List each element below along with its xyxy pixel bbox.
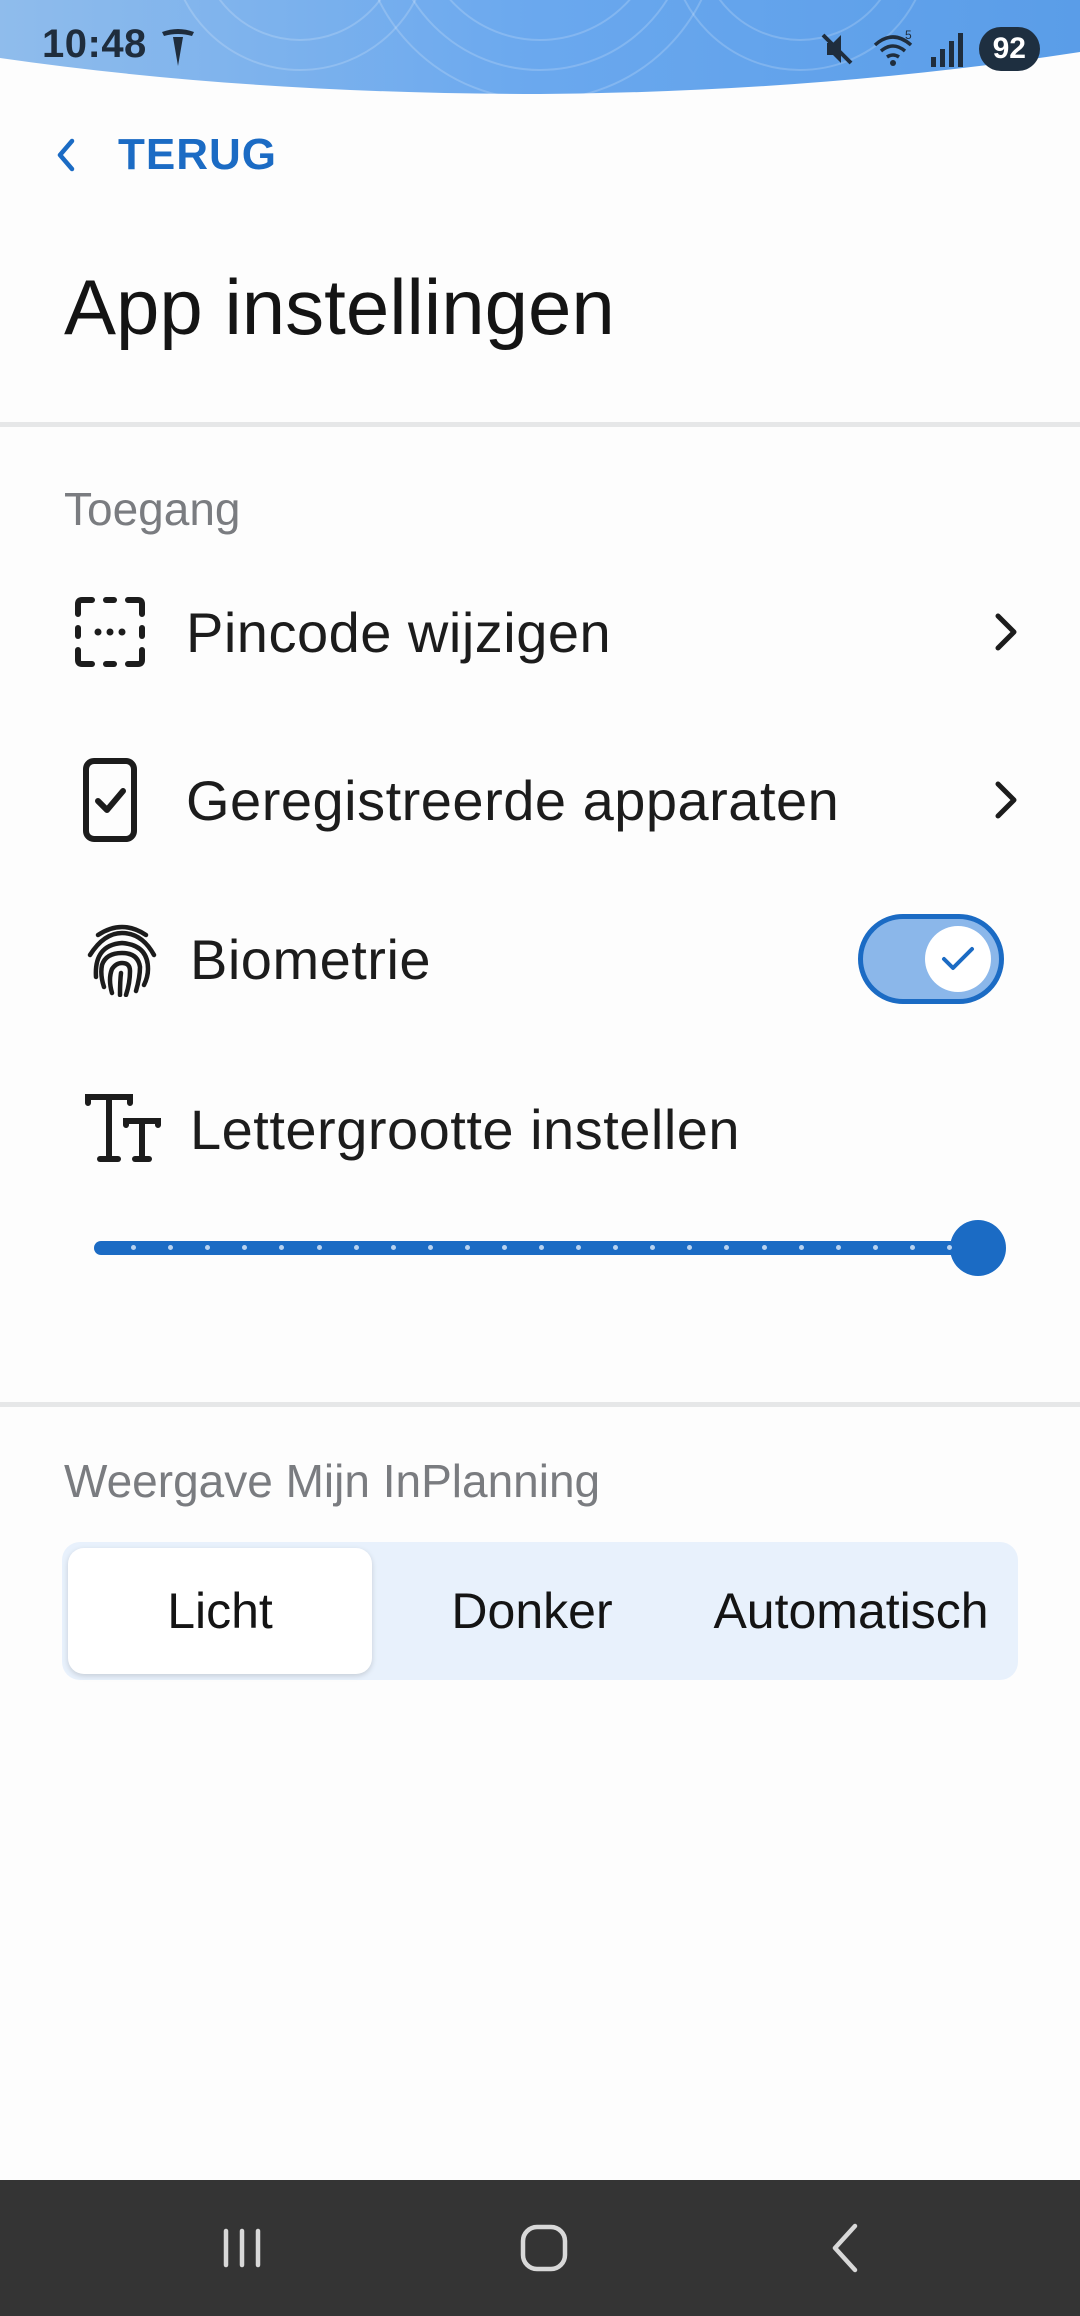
status-bar: 10:48 5 92 xyxy=(0,0,1080,100)
recent-apps-icon xyxy=(223,2228,261,2268)
slider-thumb[interactable] xyxy=(950,1220,1006,1276)
registered-devices-label: Geregistreerde apparaten xyxy=(186,768,840,832)
slider-tick xyxy=(539,1245,544,1250)
section-title-display: Weergave Mijn InPlanning xyxy=(64,1455,601,1507)
slider-tick xyxy=(872,1245,878,1250)
battery-indicator: 92 xyxy=(978,27,1040,71)
signal-icon xyxy=(930,33,963,67)
slider-tick xyxy=(316,1245,322,1250)
svg-text:5: 5 xyxy=(905,29,912,42)
chevron-left-icon xyxy=(57,138,75,172)
home-button[interactable] xyxy=(474,2180,614,2316)
section-title-access: Toegang xyxy=(64,483,241,535)
theme-segmented-control: Licht Donker Automatisch xyxy=(62,1542,1018,1680)
font-size-label: Lettergrootte instellen xyxy=(190,1097,741,1161)
pincode-label: Pincode wijzigen xyxy=(186,600,612,664)
slider-tick xyxy=(390,1245,396,1250)
font-size-row: Lettergrootte instellen xyxy=(64,1074,1024,1184)
slider-tick xyxy=(835,1245,841,1250)
wifi-icon: 5 xyxy=(873,29,912,66)
check-icon xyxy=(942,947,974,970)
slider-tick xyxy=(501,1245,507,1250)
chevron-right-icon xyxy=(995,781,1017,819)
recent-apps-button[interactable] xyxy=(172,2180,312,2316)
text-size-icon xyxy=(76,1083,168,1175)
theme-option-light[interactable]: Licht xyxy=(68,1548,372,1674)
back-nav-button[interactable] xyxy=(776,2180,916,2316)
slider-tick xyxy=(761,1245,767,1250)
status-time: 10:48 xyxy=(42,22,147,66)
system-nav-bar xyxy=(0,2180,1080,2316)
pincode-row[interactable]: Pincode wijzigen xyxy=(64,577,1024,687)
slider-tick xyxy=(427,1245,433,1250)
slider-tick xyxy=(946,1245,952,1250)
theme-option-dark[interactable]: Donker xyxy=(380,1548,684,1674)
back-nav-icon xyxy=(832,2223,858,2273)
device-check-icon xyxy=(64,754,156,846)
slider-tick xyxy=(464,1245,470,1250)
theme-option-auto[interactable]: Automatisch xyxy=(690,1548,1012,1674)
font-size-slider[interactable] xyxy=(94,1220,1008,1276)
biometrics-label: Biometrie xyxy=(190,927,432,991)
back-label: TERUG xyxy=(118,130,277,179)
toggle-knob xyxy=(925,926,991,992)
slider-tick xyxy=(798,1245,804,1250)
page-title: App instellingen xyxy=(64,263,615,351)
home-icon xyxy=(520,2224,568,2272)
divider xyxy=(0,422,1080,427)
slider-tick xyxy=(353,1245,359,1250)
chevron-right-icon xyxy=(995,613,1017,651)
back-button[interactable]: TERUG xyxy=(52,120,277,190)
mute-icon xyxy=(821,33,853,65)
tesla-icon xyxy=(162,29,194,66)
divider xyxy=(0,1402,1080,1407)
pincode-icon xyxy=(64,586,156,678)
biometrics-toggle[interactable] xyxy=(858,914,1004,1004)
fingerprint-icon xyxy=(76,913,168,1005)
registered-devices-row[interactable]: Geregistreerde apparaten xyxy=(64,745,1024,855)
slider-tick xyxy=(909,1245,915,1250)
